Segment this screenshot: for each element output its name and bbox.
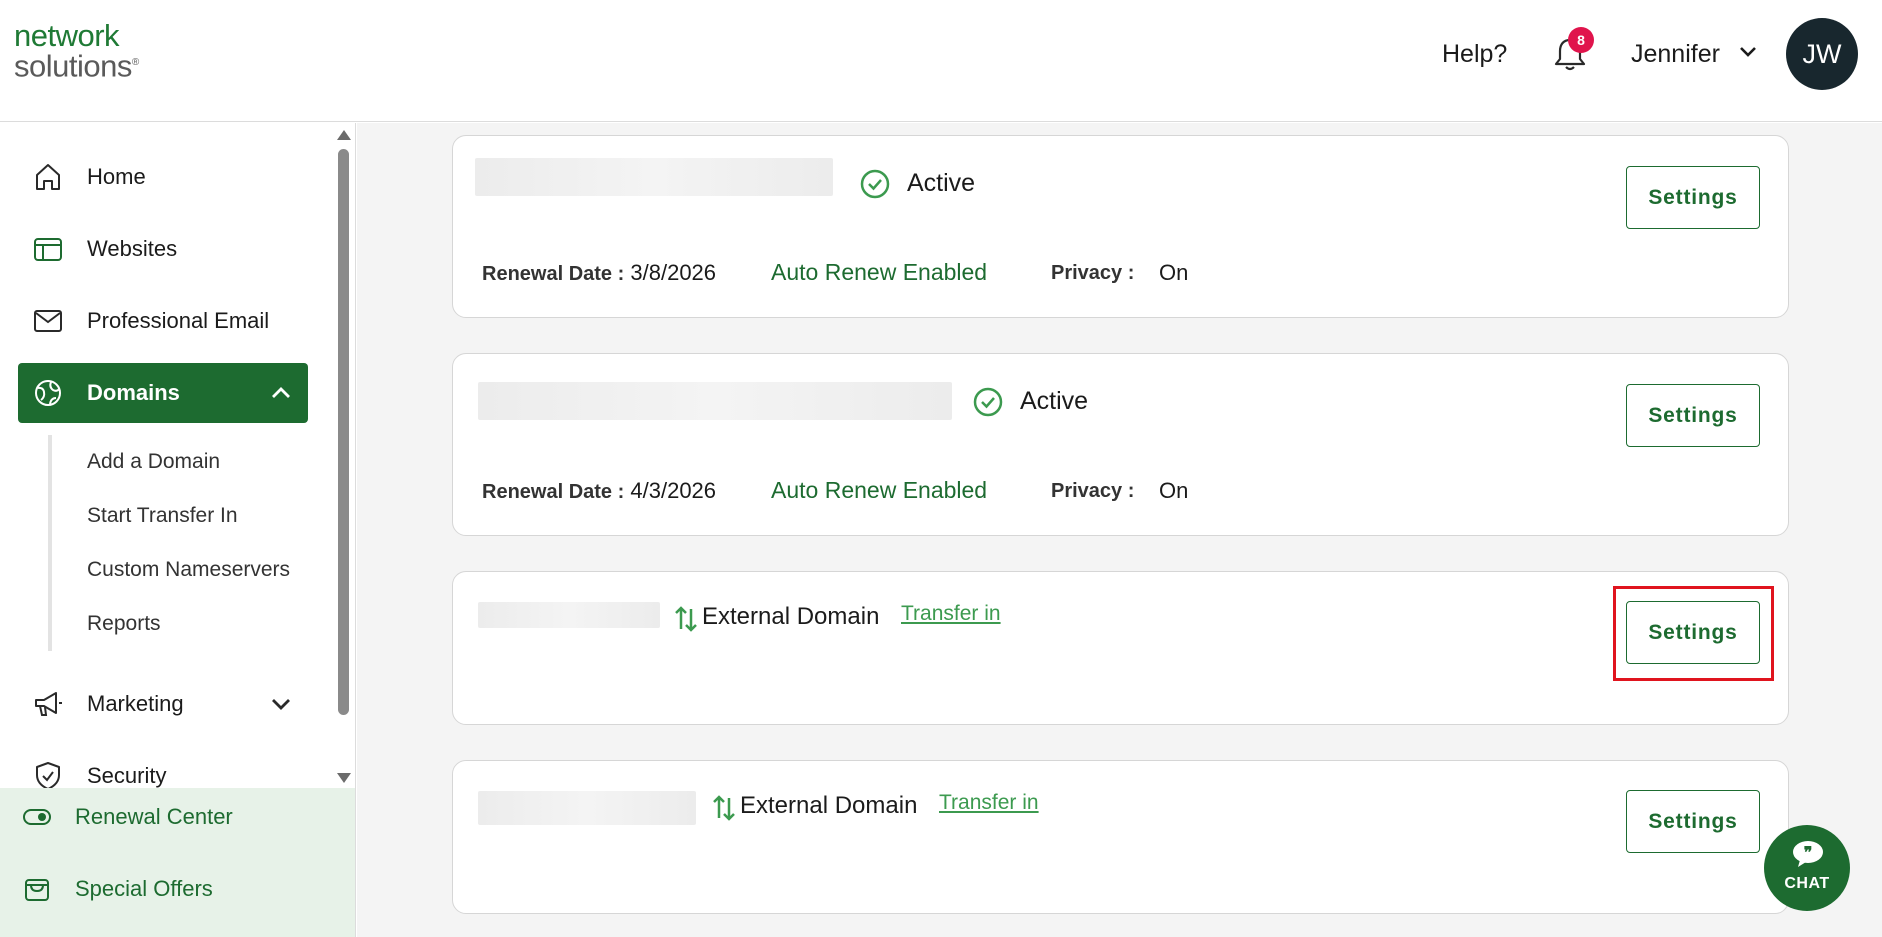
mail-icon (34, 310, 62, 332)
domain-card: External Domain Transfer in Settings (452, 760, 1789, 914)
toggle-icon (23, 809, 51, 825)
renewal-date: Renewal Date : 4/3/2026 (482, 478, 717, 503)
sidebar-item-label: Websites (87, 236, 178, 261)
transfer-in-link[interactable]: Transfer in (901, 602, 1001, 626)
transfer-in-link[interactable]: Transfer in (939, 791, 1039, 815)
sidebar-item-domains[interactable]: Domains (18, 363, 308, 423)
chat-bubble-icon: ❞ (1793, 841, 1823, 867)
subnav-custom-nameservers[interactable]: Custom Nameservers (87, 558, 290, 582)
sidebar-scroll-thumb[interactable] (338, 149, 349, 715)
sidebar-item-label: Domains (87, 380, 180, 405)
globe-icon (35, 380, 61, 406)
settings-button[interactable]: Settings (1626, 790, 1760, 853)
chevron-down-icon[interactable] (1738, 44, 1758, 58)
settings-button[interactable]: Settings (1626, 166, 1760, 229)
svg-text:❞: ❞ (1804, 845, 1813, 862)
sidebar: Home Websites Professional Email Domains… (0, 123, 356, 937)
domain-card: External Domain Transfer in Settings (452, 571, 1789, 725)
privacy-label: Privacy : (1051, 480, 1135, 502)
domain-name-placeholder (475, 158, 833, 196)
domains-subnav-rail (48, 435, 52, 651)
sidebar-item-label: Marketing (87, 691, 184, 716)
megaphone-icon (35, 692, 62, 716)
logo-line-2: solutions® (14, 48, 139, 84)
home-icon (36, 164, 60, 190)
highlight-box (1613, 586, 1774, 681)
user-menu-name[interactable]: Jennifer (1631, 40, 1720, 69)
domain-status: Active (907, 169, 976, 197)
sidebar-item-label: Special Offers (75, 876, 213, 901)
logo-line-1: network (14, 18, 120, 53)
privacy-value: On (1159, 260, 1189, 285)
domain-status: Active (1020, 387, 1089, 415)
renewal-date: Renewal Date : 3/8/2026 (482, 260, 717, 285)
auto-renew-status: Auto Renew Enabled (771, 259, 988, 285)
notification-badge: 8 (1568, 27, 1594, 53)
sidebar-item-label: Renewal Center (75, 804, 233, 829)
settings-button[interactable]: Settings (1626, 384, 1760, 447)
transfer-arrows-icon (713, 795, 735, 821)
check-circle-icon (973, 387, 1003, 417)
sidebar-item-websites[interactable]: Websites (18, 219, 308, 279)
sidebar-item-home[interactable]: Home (18, 147, 308, 207)
network-solutions-logo[interactable]: network solutions® (14, 18, 139, 84)
check-circle-icon (860, 169, 890, 199)
chevron-down-icon[interactable] (270, 697, 292, 711)
sidebar-item-label: Security (87, 763, 167, 788)
auto-renew-status: Auto Renew Enabled (771, 477, 988, 503)
subnav-add-domain[interactable]: Add a Domain (87, 450, 220, 474)
gift-icon (25, 879, 49, 901)
sidebar-item-label: Home (87, 164, 146, 189)
sidebar-item-professional-email[interactable]: Professional Email (18, 291, 308, 351)
subnav-reports[interactable]: Reports (87, 612, 161, 636)
domain-status: External Domain (702, 603, 880, 630)
sidebar-item-label: Professional Email (87, 308, 270, 333)
help-link[interactable]: Help? (1442, 40, 1507, 69)
sidebar-item-special-offers[interactable]: Special Offers (0, 860, 355, 920)
sidebar-item-renewal-center[interactable]: Renewal Center (0, 788, 355, 848)
scroll-up-arrow-icon[interactable] (337, 130, 351, 140)
sidebar-bottom-panel: Renewal Center Special Offers (0, 788, 355, 937)
domain-card: Active Renewal Date : 3/8/2026 Auto Rene… (452, 135, 1789, 318)
chat-button[interactable]: ❞ CHAT (1764, 825, 1850, 911)
privacy-label: Privacy : (1051, 262, 1135, 284)
chevron-up-icon[interactable] (270, 386, 292, 400)
sidebar-item-marketing[interactable]: Marketing (18, 674, 308, 734)
main-content: Active Renewal Date : 3/8/2026 Auto Rene… (357, 123, 1882, 937)
top-header: network solutions® Help? 8 Jennifer JW (0, 0, 1882, 122)
privacy-value: On (1159, 478, 1189, 503)
domain-status: External Domain (740, 792, 918, 819)
avatar[interactable]: JW (1786, 18, 1858, 90)
domain-card: Active Renewal Date : 4/3/2026 Auto Rene… (452, 353, 1789, 536)
scroll-down-arrow-icon[interactable] (337, 773, 351, 783)
websites-icon (34, 238, 62, 261)
domain-name-placeholder (478, 602, 660, 628)
transfer-arrows-icon (675, 606, 697, 632)
domain-name-placeholder (478, 791, 696, 825)
subnav-start-transfer-in[interactable]: Start Transfer In (87, 504, 238, 528)
chat-label: CHAT (1784, 875, 1830, 892)
domain-name-placeholder (478, 382, 952, 420)
